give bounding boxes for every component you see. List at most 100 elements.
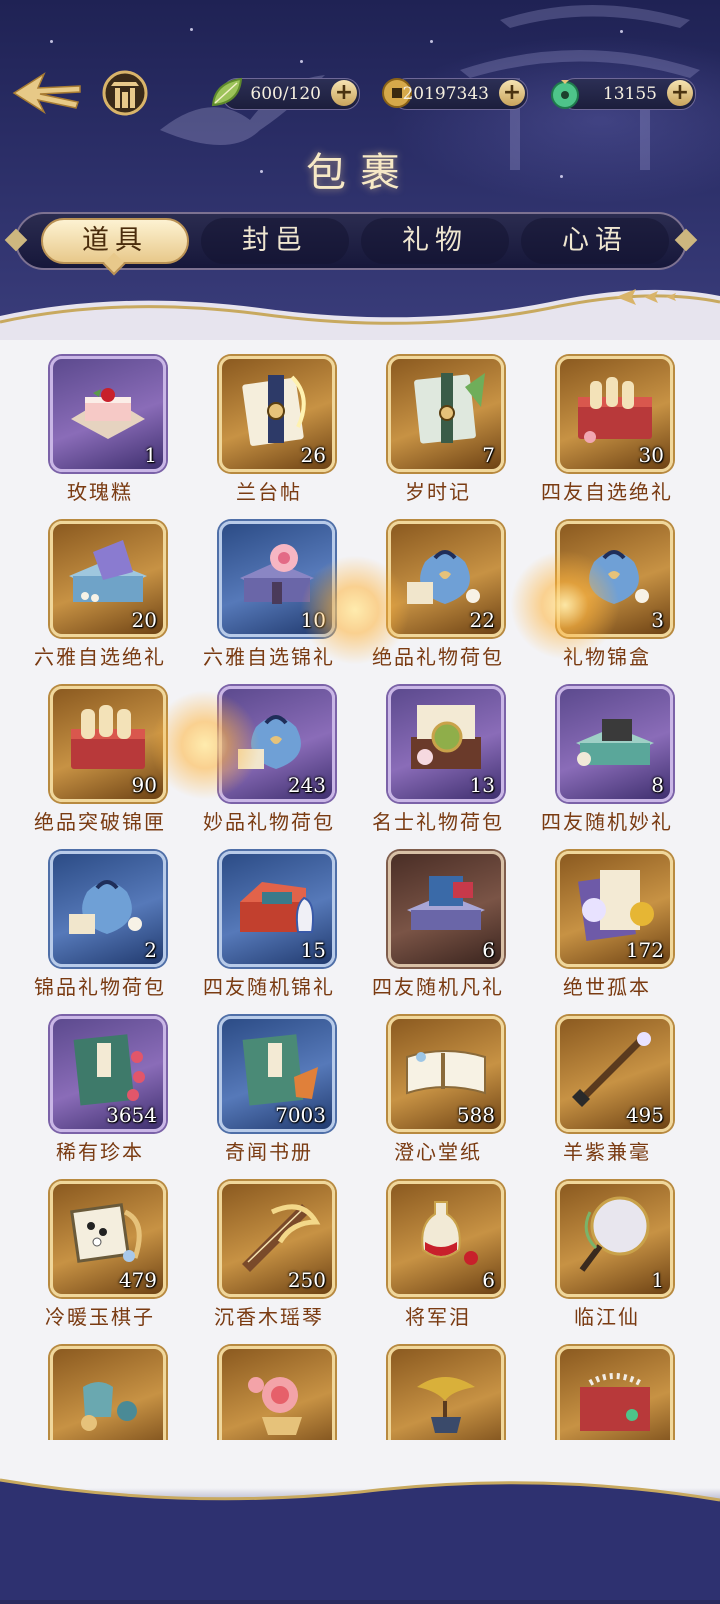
- tabbar-ornament: [4, 228, 28, 252]
- pouch-icon: [589, 550, 649, 604]
- item-count: 30: [638, 443, 664, 467]
- tab-fief[interactable]: 封邑: [201, 218, 349, 264]
- item-count: 6: [482, 938, 495, 962]
- item-count: 26: [300, 443, 326, 467]
- star-decoration: [300, 60, 303, 63]
- item-count: 7003: [275, 1103, 326, 1127]
- page-title: 包裹: [306, 150, 414, 196]
- inventory-item[interactable]: 90 绝品突破锦匣: [15, 678, 185, 838]
- inventory-item[interactable]: [15, 1338, 185, 1440]
- inventory-item[interactable]: 172 绝世孤本: [522, 843, 692, 1003]
- inventory-item[interactable]: 22 绝品礼物荷包: [353, 513, 523, 673]
- inventory-item[interactable]: 3654 稀有珍本: [15, 1008, 185, 1168]
- item-name: 四友随机妙礼: [541, 810, 673, 834]
- gift-box-icon: [407, 876, 485, 930]
- item-icon-gift-brocade-box: 3: [557, 521, 673, 637]
- inventory-item[interactable]: 243 妙品礼物荷包: [184, 678, 354, 838]
- item-name: 岁时记: [405, 480, 471, 504]
- paper-scroll-icon: [406, 1050, 486, 1095]
- inventory-item[interactable]: 588 澄心堂纸: [353, 1008, 523, 1168]
- add-jade-button[interactable]: +: [667, 80, 693, 106]
- item-name: 锦品礼物荷包: [34, 975, 166, 999]
- inventory-item[interactable]: 6 四友随机凡礼: [353, 843, 523, 1003]
- inventory-item[interactable]: 250 沉香木瑶琴: [184, 1173, 354, 1333]
- inventory-item[interactable]: 3 礼物锦盒: [522, 513, 692, 673]
- item-name: 名士礼物荷包: [372, 810, 504, 834]
- pouch-icon: [407, 550, 480, 604]
- collapse-arrows-icon[interactable]: [614, 285, 694, 309]
- inventory-item[interactable]: 2 锦品礼物荷包: [15, 843, 185, 1003]
- item-count: 8: [651, 773, 664, 797]
- inventory-item[interactable]: 30 四友自选绝礼: [522, 348, 692, 508]
- item-name: 妙品礼物荷包: [203, 810, 335, 834]
- inventory-item[interactable]: 8 四友随机妙礼: [522, 678, 692, 838]
- item-name: 兰台帖: [236, 480, 302, 504]
- jewelry-box-icon: [580, 1373, 650, 1431]
- inventory-item[interactable]: [353, 1338, 523, 1440]
- inventory-item[interactable]: 10 六雅自选锦礼: [184, 513, 354, 673]
- item-name: 六雅自选绝礼: [34, 645, 166, 669]
- item-count: 20: [131, 608, 157, 632]
- item-icon-rose-cake: 1: [50, 356, 166, 472]
- round-fan-icon: [579, 1196, 650, 1272]
- inventory-item[interactable]: 495 羊紫兼毫: [522, 1008, 692, 1168]
- item-icon-peony: [219, 1346, 335, 1440]
- item-count: 479: [118, 1268, 157, 1292]
- item-count: 2: [144, 938, 157, 962]
- inventory-item[interactable]: 7003 奇闻书册: [184, 1008, 354, 1168]
- tab-gifts[interactable]: 礼物: [361, 218, 509, 264]
- gift-box-icon: [576, 719, 654, 766]
- go-board-icon: [70, 1203, 142, 1263]
- inventory-item[interactable]: 1 玫瑰糕: [15, 348, 185, 508]
- wine-bottle-icon: [421, 1201, 478, 1265]
- inventory-item[interactable]: 479 冷暖玉棋子: [15, 1173, 185, 1333]
- inventory-item[interactable]: 15 四友随机锦礼: [184, 843, 354, 1003]
- flower-icon: [248, 1377, 302, 1435]
- item-name: 临江仙: [574, 1305, 640, 1329]
- item-name: 礼物锦盒: [563, 645, 651, 669]
- add-stamina-button[interactable]: +: [331, 80, 357, 106]
- item-count: 3: [651, 608, 664, 632]
- inventory-item[interactable]: 26 兰台帖: [184, 348, 354, 508]
- item-icon-chengxin-paper: 588: [388, 1016, 504, 1132]
- inventory-item[interactable]: [522, 1338, 692, 1440]
- book-icon: [242, 1034, 318, 1106]
- item-icon-six-elegance-brocade: 10: [219, 521, 335, 637]
- item-name: 冷暖玉棋子: [45, 1305, 155, 1329]
- gift-box-icon: [578, 377, 652, 443]
- item-name: 四友自选绝礼: [541, 480, 673, 504]
- item-count: 243: [287, 773, 326, 797]
- item-icon-tales-booklet: 7003: [219, 1016, 335, 1132]
- item-count: 588: [456, 1103, 495, 1127]
- tab-heart-words[interactable]: 心语: [521, 218, 669, 264]
- inventory-item[interactable]: 13 名士礼物荷包: [353, 678, 523, 838]
- gift-box-icon: [69, 540, 147, 602]
- item-name: 绝品突破锦匣: [34, 810, 166, 834]
- star-decoration: [190, 28, 193, 31]
- item-icon-four-friends-common: 6: [388, 851, 504, 967]
- header: 600/120 + 20197343 + 13155 + 包裹 道具 封邑 礼物…: [0, 0, 720, 340]
- coin-value: 20197343: [402, 84, 489, 104]
- home-gate-icon[interactable]: [102, 70, 148, 116]
- brush-icon: [572, 1032, 651, 1107]
- item-icon-rare-book: 172: [557, 851, 673, 967]
- wave-divider: [0, 289, 720, 340]
- bottom-decoration: [0, 1440, 720, 1600]
- zither-icon: [242, 1204, 321, 1272]
- inventory-item[interactable]: 20 六雅自选绝礼: [15, 513, 185, 673]
- pouch-icon: [69, 880, 142, 934]
- back-arrow-icon[interactable]: [10, 68, 82, 118]
- inventory-item[interactable]: 6 将军泪: [353, 1173, 523, 1333]
- add-coin-button[interactable]: +: [499, 80, 525, 106]
- item-icon-four-friends-brocade: 15: [219, 851, 335, 967]
- item-name: 沉香木瑶琴: [214, 1305, 324, 1329]
- inventory-item[interactable]: 1 临江仙: [522, 1173, 692, 1333]
- leaf-icon: [211, 77, 243, 107]
- book-icon: [578, 870, 654, 942]
- treasure-box-icon: [411, 705, 481, 769]
- inventory-item[interactable]: [184, 1338, 354, 1440]
- inventory-item[interactable]: 7 岁时记: [353, 348, 523, 508]
- scroll-icon: [242, 375, 306, 446]
- star-decoration: [50, 40, 53, 43]
- item-name: 绝世孤本: [563, 975, 651, 999]
